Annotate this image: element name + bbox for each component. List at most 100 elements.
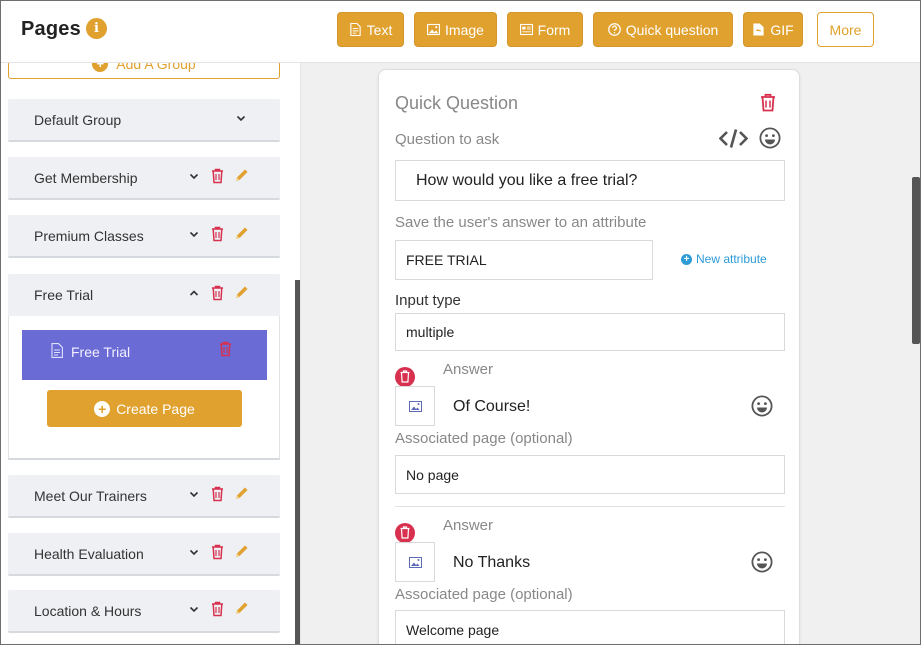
answer-image-button[interactable]: [395, 386, 435, 426]
chevron-down-icon[interactable]: [188, 603, 200, 615]
card-title: Quick Question: [395, 93, 519, 113]
editor-scrollbar[interactable]: [912, 177, 920, 344]
quick-question-card: Quick Question Question to ask How would…: [378, 69, 800, 644]
trash-icon[interactable]: [211, 486, 224, 502]
group-meet-our-trainers[interactable]: Meet Our Trainers: [8, 475, 280, 518]
emoji-icon[interactable]: [759, 127, 781, 149]
trash-icon: [400, 526, 410, 539]
trash-icon[interactable]: [211, 168, 224, 184]
answer-label: Answer: [443, 361, 494, 378]
form-icon: [519, 23, 533, 36]
pencil-icon[interactable]: [234, 486, 249, 501]
add-text-button[interactable]: Text: [337, 12, 404, 47]
associated-page-label: Associated page (optional): [395, 586, 573, 603]
question-input[interactable]: How would you like a free trial?: [395, 160, 785, 201]
add-quick-question-label: Quick question: [625, 21, 719, 38]
trash-icon[interactable]: [211, 226, 224, 242]
app-window: Pages i Text Image Form Quick question G…: [0, 0, 921, 645]
attribute-value: FREE TRIAL: [406, 252, 487, 268]
pencil-icon[interactable]: [234, 226, 249, 241]
trash-icon[interactable]: [760, 93, 776, 112]
info-icon[interactable]: i: [86, 18, 107, 39]
editor-area: Quick Question Question to ask How would…: [302, 63, 920, 644]
group-label: Health Evaluation: [34, 546, 144, 562]
group-label: Premium Classes: [34, 228, 144, 244]
trash-icon: [400, 370, 410, 383]
document-icon: [51, 343, 63, 358]
gif-file-icon: [753, 23, 764, 36]
create-page-label: Create Page: [116, 400, 195, 417]
group-health-evaluation[interactable]: Health Evaluation: [8, 533, 280, 576]
question-value: How would you like a free trial?: [416, 171, 638, 189]
associated-page-select[interactable]: Welcome page: [395, 610, 785, 644]
plus-circle-icon: +: [681, 253, 692, 265]
answer-divider: [395, 506, 785, 507]
group-default[interactable]: Default Group: [8, 99, 280, 142]
input-type-label: Input type: [395, 292, 461, 309]
add-form-label: Form: [537, 21, 571, 38]
pencil-icon[interactable]: [234, 601, 249, 616]
create-page-button[interactable]: + Create Page: [47, 390, 242, 427]
group-get-membership[interactable]: Get Membership: [8, 157, 280, 200]
chevron-down-icon[interactable]: [188, 546, 200, 558]
question-label: Question to ask: [395, 131, 500, 148]
add-group-button[interactable]: + Add A Group: [8, 63, 280, 79]
pencil-icon[interactable]: [234, 285, 249, 300]
chevron-up-icon[interactable]: [188, 287, 200, 299]
question-circle-icon: [607, 23, 621, 36]
page-item-label: Free Trial: [71, 344, 131, 360]
group-premium-classes[interactable]: Premium Classes: [8, 215, 280, 258]
page-title: Pages: [21, 18, 81, 40]
group-label: Free Trial: [34, 287, 94, 303]
answer-image-button[interactable]: [395, 542, 435, 582]
chevron-down-icon[interactable]: [188, 228, 200, 240]
add-form-button[interactable]: Form: [507, 12, 583, 47]
group-label: Default Group: [34, 112, 122, 128]
add-image-label: Image: [445, 21, 484, 38]
add-image-button[interactable]: Image: [414, 12, 497, 47]
group-label: Location & Hours: [34, 603, 142, 619]
trash-icon[interactable]: [219, 341, 232, 357]
page-item-free-trial[interactable]: Free Trial: [22, 330, 267, 380]
more-label: More: [829, 21, 862, 38]
trash-icon[interactable]: [211, 285, 224, 301]
associated-page-label: Associated page (optional): [395, 430, 573, 447]
new-attribute-label: New attribute: [696, 252, 767, 266]
trash-icon[interactable]: [211, 601, 224, 617]
trash-icon[interactable]: [211, 544, 224, 560]
group-location-hours[interactable]: Location & Hours: [8, 590, 280, 633]
image-icon: [409, 401, 422, 412]
add-quick-question-button[interactable]: Quick question: [593, 12, 733, 47]
delete-answer-button[interactable]: [395, 367, 415, 387]
top-bar: Pages i Text Image Form Quick question G…: [1, 1, 920, 63]
plus-circle-icon: +: [94, 400, 111, 417]
associated-page-value: Welcome page: [406, 621, 500, 638]
group-free-trial[interactable]: Free Trial: [8, 274, 280, 317]
answer-label: Answer: [443, 517, 494, 534]
add-gif-button[interactable]: GIF: [743, 12, 803, 47]
input-type-select[interactable]: multiple: [395, 313, 785, 351]
pencil-icon[interactable]: [234, 168, 249, 183]
chevron-down-icon[interactable]: [188, 170, 200, 182]
emoji-icon[interactable]: [751, 395, 773, 417]
answer-text[interactable]: No Thanks: [453, 554, 530, 572]
delete-answer-button[interactable]: [395, 523, 415, 543]
input-type-value: multiple: [406, 324, 455, 340]
answer-text[interactable]: Of Course!: [453, 398, 530, 416]
new-attribute-link[interactable]: + New attribute: [681, 252, 767, 266]
save-attribute-label: Save the user's answer to an attribute: [395, 214, 647, 231]
code-icon[interactable]: [719, 128, 748, 149]
document-icon: [349, 23, 361, 36]
sidebar-scrollbar[interactable]: [295, 280, 300, 644]
chevron-down-icon[interactable]: [188, 488, 200, 500]
add-text-label: Text: [366, 21, 393, 38]
associated-page-select[interactable]: No page: [395, 455, 785, 494]
pencil-icon[interactable]: [234, 544, 249, 559]
emoji-icon[interactable]: [751, 551, 773, 573]
more-button[interactable]: More: [817, 12, 874, 47]
add-gif-label: GIF: [770, 21, 794, 38]
chevron-down-icon[interactable]: [235, 112, 247, 124]
attribute-input[interactable]: FREE TRIAL: [395, 240, 653, 280]
plus-circle-icon: +: [92, 63, 109, 72]
sidebar: + Add A Group Default Group Get Membersh…: [1, 63, 301, 644]
